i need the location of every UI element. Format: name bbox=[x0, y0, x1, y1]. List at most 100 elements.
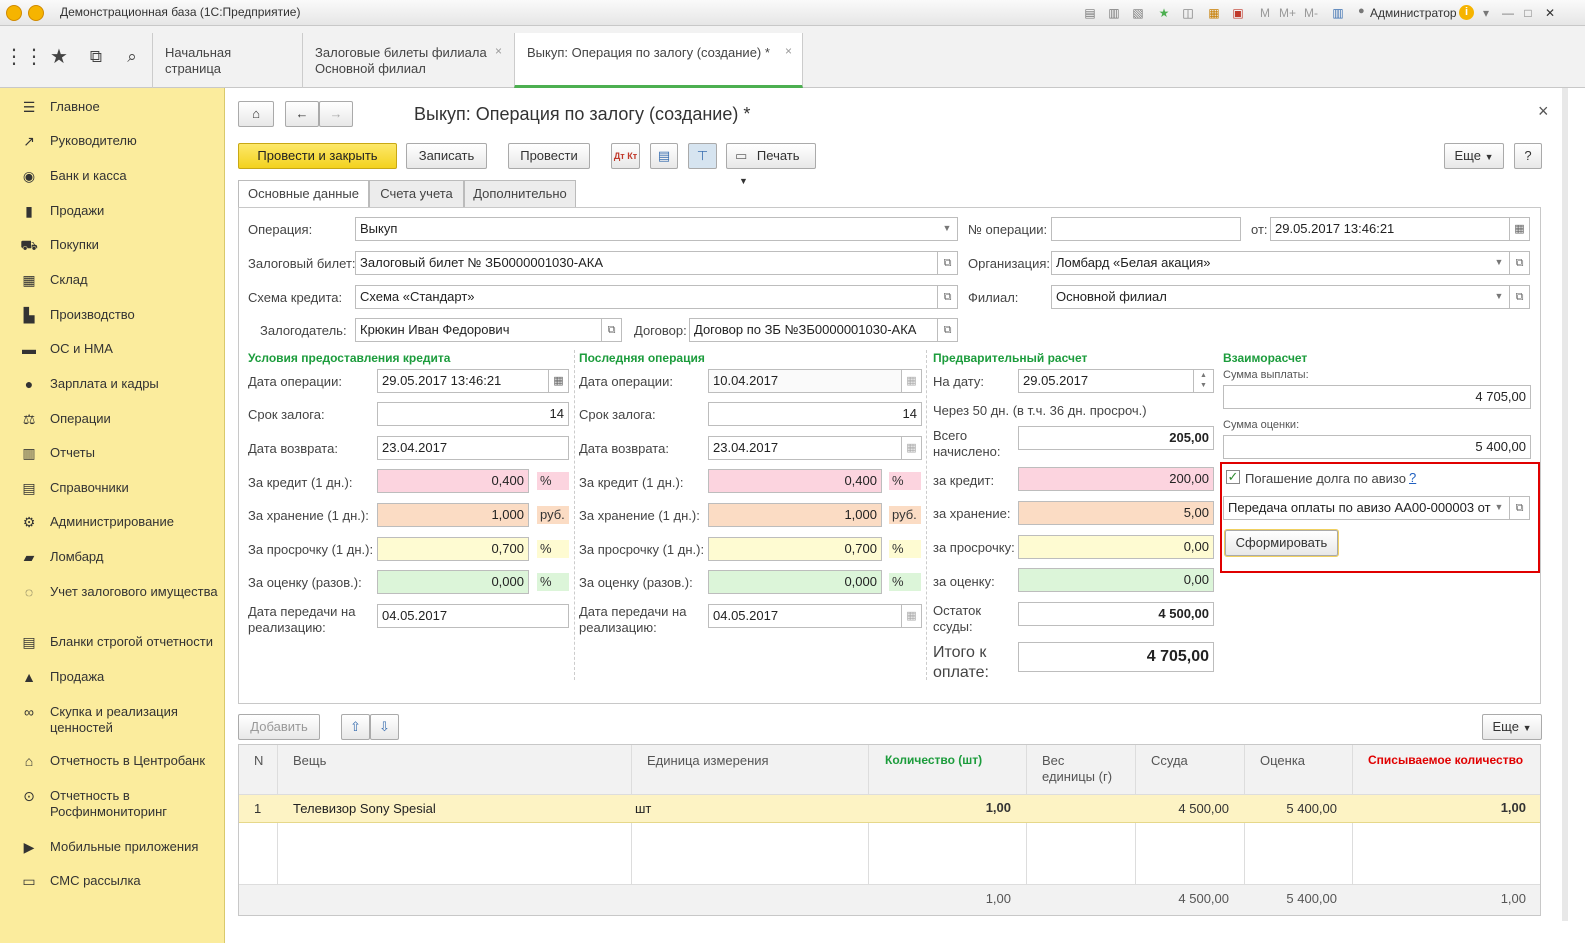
eval-sum-field[interactable]: 5 400,00 bbox=[1223, 435, 1531, 459]
lastop-term-field[interactable]: 14 bbox=[708, 402, 922, 426]
calendar-icon[interactable]: ▦ bbox=[902, 369, 922, 393]
pledger-field[interactable]: Крюкин Иван Федорович bbox=[355, 318, 602, 342]
avizo-doc-field[interactable]: Передача оплаты по авизо АА00-000003 от bbox=[1223, 496, 1510, 520]
favorite-icon[interactable]: ★ bbox=[1156, 5, 1172, 21]
lastop-storage-field[interactable]: 1,000 bbox=[708, 503, 882, 527]
sidebar-item[interactable]: ▤ Бланки строгой отчетности bbox=[0, 633, 225, 667]
org-field[interactable]: Ломбард «Белая акация» bbox=[1051, 251, 1510, 275]
branch-field[interactable]: Основной филиал bbox=[1051, 285, 1510, 309]
sidebar-item[interactable]: ▙ Производство bbox=[0, 306, 225, 340]
calendar-icon[interactable]: ▦ bbox=[902, 436, 922, 460]
sidebar-item[interactable]: ⌂ Отчетность в Центробанк bbox=[0, 752, 225, 786]
dropdown-icon[interactable]: ▼ bbox=[1490, 496, 1508, 520]
back-button[interactable]: ← bbox=[285, 101, 319, 127]
info-icon[interactable]: i bbox=[1459, 5, 1474, 20]
dt-kt-icon[interactable]: Дт Кт bbox=[611, 143, 640, 169]
tab-tickets[interactable]: Залоговые билеты филиала Основной филиал… bbox=[302, 33, 514, 88]
col-item[interactable]: Вещь bbox=[293, 753, 326, 769]
credit-rate-field[interactable]: 0,400 bbox=[377, 469, 529, 493]
sidebar-item[interactable]: ◉ Банк и касса bbox=[0, 167, 225, 201]
sidebar-item[interactable]: ● Зарплата и кадры bbox=[0, 375, 225, 409]
sidebar-item[interactable]: ▬ ОС и НМА bbox=[0, 340, 225, 374]
table-more-button[interactable]: Еще ▼ bbox=[1482, 714, 1542, 740]
credit-storage-field[interactable]: 1,000 bbox=[377, 503, 529, 527]
open-icon[interactable]: ⧉ bbox=[1510, 285, 1530, 309]
print-icon[interactable]: ▥ bbox=[1106, 5, 1122, 21]
sidebar-item[interactable]: ⚖ Операции bbox=[0, 410, 225, 444]
from-date-field[interactable]: 29.05.2017 13:46:21 bbox=[1270, 217, 1510, 241]
close-tab-icon[interactable]: × bbox=[495, 43, 502, 59]
calendar-icon[interactable]: ▦ bbox=[902, 604, 922, 628]
close-window-icon[interactable]: ✕ bbox=[1542, 5, 1558, 21]
sidebar-item[interactable]: ▦ Склад bbox=[0, 271, 225, 305]
open-icon[interactable]: ⧉ bbox=[1510, 251, 1530, 275]
col-weight[interactable]: Вес единицы (г) bbox=[1042, 753, 1112, 785]
credit-overdue-field[interactable]: 0,700 bbox=[377, 537, 529, 561]
sidebar-item[interactable]: ▥ Отчеты bbox=[0, 444, 225, 478]
payout-field[interactable]: 4 705,00 bbox=[1223, 385, 1531, 409]
dropdown-icon[interactable]: ▼ bbox=[1490, 285, 1508, 309]
sidebar-item[interactable]: ↗ Руководителю bbox=[0, 132, 225, 166]
document-icon[interactable]: ▤ bbox=[650, 143, 678, 169]
add-button[interactable]: Добавить bbox=[238, 714, 320, 740]
apps-grid-icon[interactable]: ⋮⋮ bbox=[4, 26, 44, 88]
maximize-icon[interactable]: □ bbox=[1520, 5, 1536, 21]
sidebar-item[interactable]: ⊙ Отчетность в Росфинмониторинг bbox=[0, 787, 225, 821]
credit-eval-field[interactable]: 0,000 bbox=[377, 570, 529, 594]
avizo-help-link[interactable]: ? bbox=[1409, 470, 1416, 485]
lastop-rate-field[interactable]: 0,400 bbox=[708, 469, 882, 493]
dropdown-icon[interactable]: ▼ bbox=[938, 217, 956, 241]
home-button[interactable]: ⌂ bbox=[238, 101, 274, 127]
sidebar-item[interactable]: ▰ Ломбард bbox=[0, 548, 225, 582]
lastop-return-field[interactable]: 23.04.2017 bbox=[708, 436, 902, 460]
memory-m-button[interactable]: M bbox=[1260, 6, 1270, 20]
sidebar-item[interactable]: ∞ Скупка и реализация ценностей bbox=[0, 703, 225, 737]
sidebar-item[interactable]: ▲ Продажа bbox=[0, 668, 225, 702]
credit-return-field[interactable]: 23.04.2017 bbox=[377, 436, 569, 460]
sidebar-item[interactable]: ▶ Мобильные приложения bbox=[0, 838, 225, 872]
avizo-label[interactable]: Погашение долга по авизо bbox=[1245, 471, 1406, 487]
structure-icon[interactable]: ⊤ bbox=[688, 143, 717, 169]
close-form-icon[interactable]: × bbox=[1538, 101, 1549, 122]
calendar-icon[interactable]: ▦ bbox=[549, 369, 569, 393]
save-icon[interactable]: ▤ bbox=[1082, 5, 1098, 21]
col-qty[interactable]: Количество (шт) bbox=[885, 752, 982, 768]
scheme-field[interactable]: Схема «Стандарт» bbox=[355, 285, 938, 309]
print-button[interactable]: ▭ Печать ▼ bbox=[726, 143, 816, 186]
history-icon[interactable]: ◫ bbox=[1180, 5, 1196, 21]
dropdown-icon[interactable]: ▼ bbox=[1490, 251, 1508, 275]
credit-transfer-field[interactable]: 04.05.2017 bbox=[377, 604, 569, 628]
calendar-icon[interactable]: ▣ bbox=[1230, 5, 1246, 21]
memory-plus-button[interactable]: M+ bbox=[1279, 6, 1296, 20]
sidebar-item[interactable]: ▮ Продажи bbox=[0, 202, 225, 236]
spinner-icon[interactable]: ▲ ▼ bbox=[1194, 369, 1214, 393]
forward-button[interactable]: → bbox=[319, 101, 353, 127]
tab-redemption[interactable]: Выкуп: Операция по залогу (создание) * × bbox=[514, 33, 803, 88]
main-menu-icon[interactable] bbox=[28, 5, 44, 21]
operation-select[interactable]: Выкуп bbox=[355, 217, 958, 241]
panels-icon[interactable]: ▥ bbox=[1330, 5, 1346, 21]
help-button[interactable]: ? bbox=[1514, 143, 1542, 169]
open-icon[interactable]: ⧉ bbox=[1510, 496, 1530, 520]
sidebar-item[interactable]: ▭ СМС рассылка bbox=[0, 872, 225, 906]
col-unit[interactable]: Единица измерения bbox=[647, 753, 769, 769]
minimize-icon[interactable]: — bbox=[1500, 5, 1516, 21]
sidebar-item[interactable]: ◌ Учет залогового имущества bbox=[0, 583, 225, 617]
move-down-button[interactable]: ⇩ bbox=[370, 714, 399, 740]
more-button[interactable]: Еще ▼ bbox=[1444, 143, 1504, 169]
save-button[interactable]: Записать bbox=[406, 143, 487, 169]
contract-field[interactable]: Договор по ЗБ №ЗБ0000001030-АКА bbox=[689, 318, 938, 342]
post-button[interactable]: Провести bbox=[508, 143, 590, 169]
preview-icon[interactable]: ▧ bbox=[1130, 5, 1146, 21]
user-name[interactable]: Администратор bbox=[1370, 6, 1457, 20]
sidebar-item[interactable]: ⛟ Покупки bbox=[0, 236, 225, 270]
credit-term-field[interactable]: 14 bbox=[377, 402, 569, 426]
col-writeoff[interactable]: Списываемое количество bbox=[1368, 752, 1523, 768]
ticket-field[interactable]: Залоговый билет № ЗБ0000001030-АКА bbox=[355, 251, 938, 275]
move-up-button[interactable]: ⇧ bbox=[341, 714, 370, 740]
lastop-transfer-field[interactable]: 04.05.2017 bbox=[708, 604, 902, 628]
search-icon[interactable]: ⌕ bbox=[114, 26, 150, 88]
avizo-checkbox[interactable]: ✓ bbox=[1226, 470, 1240, 484]
open-icon[interactable]: ⧉ bbox=[938, 285, 958, 309]
precalc-ondate-field[interactable]: 29.05.2017 bbox=[1018, 369, 1194, 393]
